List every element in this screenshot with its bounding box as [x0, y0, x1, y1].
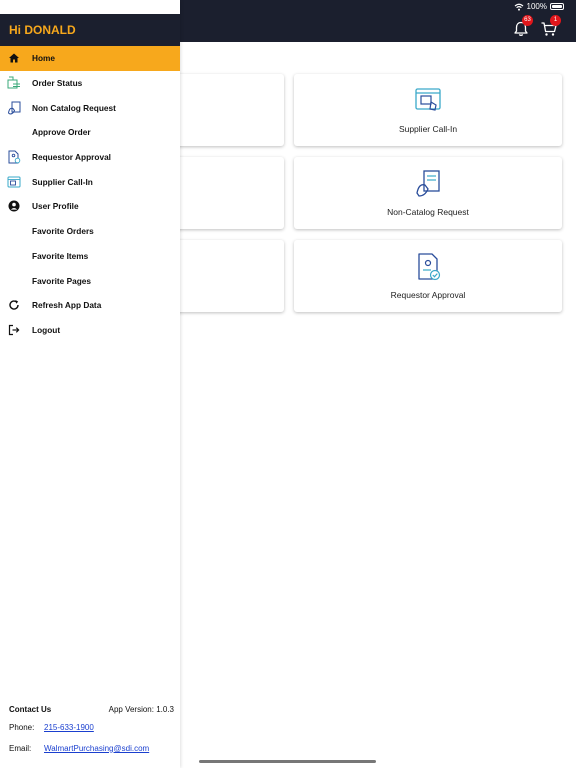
status-bar: 100% — [514, 2, 564, 11]
approve-order-icon-placeholder — [7, 125, 21, 139]
wifi-icon — [514, 3, 523, 11]
menu-item-non-catalog-request[interactable]: Non Catalog Request — [0, 95, 180, 120]
menu-item-label: Refresh App Data — [32, 300, 102, 311]
order-status-icon — [7, 76, 20, 89]
menu-item-logout[interactable]: Logout — [0, 318, 180, 343]
supplier-call-in-icon — [7, 176, 21, 188]
notifications-badge: 63 — [522, 15, 533, 26]
drawer-greeting: Hi DONALD — [0, 14, 180, 46]
favorite-items-icon-placeholder — [7, 249, 21, 263]
menu-item-refresh-app-data[interactable]: Refresh App Data — [0, 293, 180, 318]
menu-item-order-status[interactable]: Order Status — [0, 71, 180, 96]
menu-item-supplier-call-in[interactable]: Supplier Call-In — [0, 169, 180, 194]
menu-item-home[interactable]: Home — [0, 46, 180, 71]
requestor-approval-icon — [8, 150, 21, 164]
menu-item-label: User Profile — [32, 201, 79, 212]
app-version: App Version: 1.0.3 — [108, 704, 174, 714]
supplier-call-in-icon — [415, 88, 441, 111]
requestor-approval-icon — [418, 253, 441, 281]
menu-item-favorite-orders[interactable]: Favorite Orders — [0, 219, 180, 244]
tile-label: Supplier Call-In — [398, 124, 458, 134]
menu-item-label: Approve Order — [32, 127, 91, 138]
tile-requestor-approval[interactable]: Requestor Approval — [294, 240, 562, 312]
menu-item-approve-order[interactable]: Approve Order — [0, 120, 180, 145]
menu-item-requestor-approval[interactable]: Requestor Approval — [0, 145, 180, 170]
menu-item-label: Order Status — [32, 78, 83, 89]
nav-drawer: Hi DONALD Home Order Status Non Catalog … — [0, 0, 180, 768]
menu-item-label: Favorite Orders — [32, 226, 94, 237]
battery-percent: 100% — [526, 2, 547, 11]
tile-label: Requestor Approval — [390, 290, 466, 300]
menu-item-label: Logout — [32, 324, 61, 335]
cart-badge: 1 — [550, 15, 561, 26]
notifications-button[interactable]: 63 — [512, 15, 533, 38]
logout-icon — [8, 324, 20, 336]
menu-item-label: Non Catalog Request — [32, 102, 116, 113]
email-link[interactable]: WalmartPurchasing@sdi.com — [44, 744, 149, 753]
menu-item-favorite-items[interactable]: Favorite Items — [0, 244, 180, 269]
phone-label: Phone: — [9, 723, 35, 733]
favorite-orders-icon-placeholder — [7, 224, 21, 238]
menu-item-label: Requestor Approval — [32, 152, 111, 163]
tile-supplier-call-in[interactable]: Supplier Call-In — [294, 74, 562, 146]
menu-item-label: Home — [32, 53, 56, 64]
phone-link[interactable]: 215-633-1900 — [44, 723, 94, 732]
menu-item-favorite-pages[interactable]: Favorite Pages — [0, 268, 180, 293]
home-icon — [9, 53, 19, 63]
favorite-pages-icon-placeholder — [7, 274, 21, 288]
battery-icon — [550, 3, 564, 10]
tile-non-catalog-request[interactable]: Non-Catalog Request — [294, 157, 562, 229]
email-label: Email: — [9, 743, 32, 753]
refresh-icon — [9, 300, 19, 310]
drawer-footer: Contact Us App Version: 1.0.3 Phone: 215… — [9, 700, 174, 758]
cart-button[interactable]: 1 — [540, 15, 561, 38]
tile-label: Non-Catalog Request — [387, 207, 469, 217]
home-indicator[interactable] — [199, 760, 376, 763]
non-catalog-icon — [416, 170, 440, 197]
menu-item-label: Favorite Pages — [32, 275, 92, 286]
menu-item-label: Supplier Call-In — [32, 176, 93, 187]
drawer-top-spacer — [0, 0, 180, 14]
drawer-menu: Home Order Status Non Catalog Request Ap… — [0, 46, 180, 342]
menu-item-user-profile[interactable]: User Profile — [0, 194, 180, 219]
user-profile-icon — [8, 200, 20, 212]
menu-item-label: Favorite Items — [32, 250, 89, 261]
non-catalog-icon — [7, 101, 21, 115]
contact-us-label: Contact Us — [9, 704, 52, 714]
